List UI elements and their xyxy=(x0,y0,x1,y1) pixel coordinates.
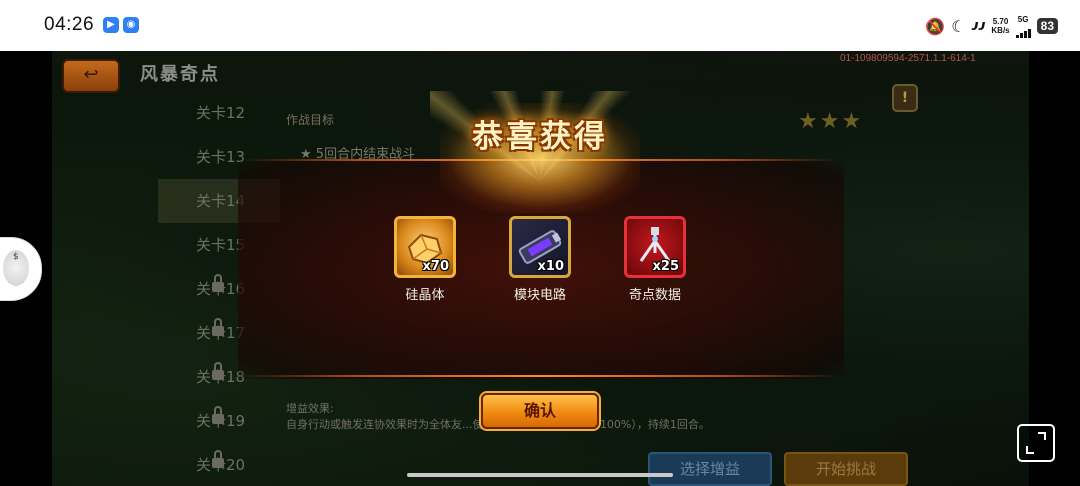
status-indicators: 🔕 ☾ ᴊᴊ 5.70 KB/s 5G 83 xyxy=(925,14,1058,38)
confirm-button[interactable]: 确认 xyxy=(481,393,599,429)
status-time: 04:26 xyxy=(44,14,95,35)
lock-icon xyxy=(212,318,224,340)
stage-item-locked[interactable]: 关卡19 xyxy=(158,399,280,443)
video-call-icon: ▶ xyxy=(103,17,119,33)
item-name: 奇点数据 xyxy=(628,288,681,303)
network-speed-value: 5.70 xyxy=(992,17,1009,26)
window-resize-button[interactable] xyxy=(1017,424,1055,462)
reward-items: x70 硅晶体 x10 模块电路 x25 奇点数据 xyxy=(380,216,700,316)
battery-icon: 83 xyxy=(1036,18,1058,34)
popup-title: 恭喜获得 xyxy=(472,119,608,155)
network-type: 5G xyxy=(1017,14,1029,24)
popup-bottom-border xyxy=(240,375,840,377)
resize-corner-icon xyxy=(1026,432,1046,454)
battery-level: 83 xyxy=(1040,19,1054,33)
network-speed-unit: KB/s xyxy=(991,26,1010,35)
start-challenge-button[interactable]: 开始挑战 xyxy=(784,452,908,486)
item-quantity: x25 xyxy=(652,259,679,274)
nfc-icon: ᴊᴊ xyxy=(971,18,986,34)
star-icon: ★ xyxy=(841,109,864,134)
status-bar: 04:26 ▶ ◉ 🔕 ☾ ᴊᴊ 5.70 KB/s 5G 83 xyxy=(0,0,1080,51)
stage-item[interactable]: 关卡12 xyxy=(158,91,280,135)
stage-label: 关卡12 xyxy=(196,104,246,122)
reward-item[interactable]: x10 模块电路 xyxy=(495,216,585,303)
select-buff-button[interactable]: 选择增益 xyxy=(648,452,772,486)
page-title: 风暴奇点 xyxy=(140,64,220,85)
back-button[interactable]: ↩ xyxy=(62,59,120,93)
stage-item-locked[interactable]: 关卡20 xyxy=(158,443,280,486)
singularity-data-icon: x25 xyxy=(624,216,686,278)
stage-stars: ★★★ xyxy=(798,109,863,134)
home-indicator[interactable] xyxy=(407,473,673,477)
lock-icon xyxy=(212,406,224,428)
lock-icon xyxy=(212,362,224,384)
signal-group: 5G xyxy=(1015,14,1031,38)
reward-item[interactable]: x70 硅晶体 xyxy=(380,216,470,303)
network-speed: 5.70 KB/s xyxy=(991,17,1009,35)
hotspot-icon: ◉ xyxy=(123,17,139,33)
item-name: 硅晶体 xyxy=(405,288,445,303)
lock-icon xyxy=(212,274,224,296)
item-quantity: x10 xyxy=(537,259,564,274)
reward-item[interactable]: x25 奇点数据 xyxy=(610,216,700,303)
signal-icon xyxy=(1015,24,1031,38)
item-name: 模块电路 xyxy=(513,288,566,303)
dollar-icon: $ xyxy=(13,252,19,262)
back-arrow-icon: ↩ xyxy=(83,64,99,85)
lock-icon xyxy=(212,450,224,472)
objective-header: 作战目标 xyxy=(286,113,335,127)
version-string: 01-109809594-2571.1.1-614-1 xyxy=(840,53,976,64)
module-circuit-icon: x10 xyxy=(509,216,571,278)
game-viewport: ↩ 风暴奇点 01-109809594-2571.1.1-614-1 ! 关卡1… xyxy=(0,51,1080,486)
star-icon: ★ xyxy=(798,109,820,134)
item-quantity: x70 xyxy=(422,259,449,274)
moon-icon: ☾ xyxy=(951,16,966,36)
mute-bell-icon: 🔕 xyxy=(925,16,946,36)
star-icon: ★ xyxy=(819,109,842,134)
silicon-crystal-icon: x70 xyxy=(394,216,456,278)
alert-icon[interactable]: ! xyxy=(892,84,918,112)
